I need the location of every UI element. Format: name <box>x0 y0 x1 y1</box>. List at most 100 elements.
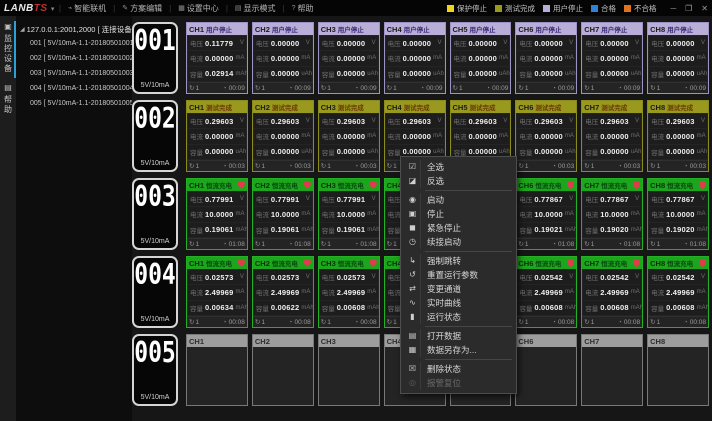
context-menu-item-变更通道[interactable]: ⇄变更通道 <box>401 282 516 296</box>
channel-card[interactable]: CH6用户停止电压0.00000V电流0.00000mA容量0.00000uAh… <box>515 22 577 94</box>
channel-card[interactable]: CH2恒流充电电压0.02573V电流2.49969mA容量0.00622mAh… <box>252 256 314 328</box>
measurement-label: 容量 <box>585 69 598 79</box>
channel-card[interactable]: CH3用户停止电压0.00000V电流0.00000mA容量0.00000uAh… <box>318 22 380 94</box>
menubar-item-帮助[interactable]: ?帮助 <box>289 3 317 14</box>
device-badge[interactable]: 0035V/10mA <box>132 178 178 250</box>
channel-card[interactable]: CH6恒流充电电压0.02542V电流2.49969mA容量0.00608mAh… <box>515 256 577 328</box>
sidebar-tab-监控设备[interactable]: ▣监控设备 <box>0 19 16 80</box>
channel-card[interactable]: CH1测试完成电压0.29603V电流0.00000mA容量0.00000uAh… <box>186 100 248 172</box>
channel-card[interactable]: CH3测试完成电压0.29603V电流0.00000mA容量0.00000uAh… <box>318 100 380 172</box>
loop-icon: ↻ <box>650 84 655 92</box>
tree-children: 001 [ 5V/10mA-1.1-20180501001 ]002 [ 5V/… <box>16 36 132 111</box>
channel-card-body <box>319 347 379 405</box>
channel-card[interactable]: CH8 <box>647 334 709 406</box>
measurement-label: 电压 <box>585 194 598 204</box>
menubar-item-显示模式[interactable]: ▤显示模式 <box>232 3 279 14</box>
clock-icon: ◔ <box>354 163 358 170</box>
channel-card[interactable]: CH7恒流充电电压0.77867V电流10.0000mA容量0.19020mAh… <box>581 178 643 250</box>
context-menu-item-强制跳转[interactable]: ↳强制跳转 <box>401 254 516 268</box>
channel-card[interactable]: CH7测试完成电压0.29603V电流0.00000mA容量0.00000uAh… <box>581 100 643 172</box>
channel-card[interactable]: CH2 <box>252 334 314 406</box>
current-row: 电流10.0000mA <box>517 207 575 221</box>
current-row: 电流0.00000mA <box>583 129 641 143</box>
channel-card-header: CH1恒流充电 <box>187 179 247 191</box>
channel-state-label: 用户停止 <box>667 24 693 34</box>
context-menu-separator <box>425 326 512 327</box>
tree-device-item[interactable]: 003 [ 5V/10mA-1.1-20180501003 ] <box>16 66 132 81</box>
context-menu-item-续接启动[interactable]: ◷续接启动 <box>401 235 516 249</box>
minimize-button[interactable]: ─ <box>670 4 676 13</box>
channel-card[interactable]: CH2测试完成电压0.29603V电流0.00000mA容量0.00000uAh… <box>252 100 314 172</box>
context-menu-item-运行状态[interactable]: ▮运行状态 <box>401 310 516 324</box>
maximize-button[interactable]: ❐ <box>685 4 692 13</box>
tree-device-item[interactable]: 001 [ 5V/10mA-1.1-20180501001 ] <box>16 36 132 51</box>
channel-card-footer: ↻1◔00:09 <box>516 82 576 93</box>
loop-count: 1 <box>393 163 397 170</box>
channel-card[interactable]: CH6恒流充电电压0.77867V电流10.0000mA容量0.19021mAh… <box>515 178 577 250</box>
channel-card-footer: ↻1◔01:08 <box>582 238 642 249</box>
channel-card[interactable]: CH6测试完成电压0.29603V电流0.00000mA容量0.00000uAh… <box>515 100 577 172</box>
context-menu-item-全选[interactable]: ☑全选 <box>401 160 516 174</box>
context-menu-item-实时曲线[interactable]: ∿实时曲线 <box>401 296 516 310</box>
device-badge[interactable]: 0055V/10mA <box>132 334 178 406</box>
close-button[interactable]: ✕ <box>701 4 708 13</box>
menubar-item-方案编辑[interactable]: ✎方案编辑 <box>119 3 165 14</box>
channel-state-label: 测试完成 <box>601 102 627 112</box>
context-menu-item-停止[interactable]: ▣停止 <box>401 207 516 221</box>
sidebar-tab-帮助[interactable]: ▤帮助 <box>0 80 16 121</box>
tree-expand-icon[interactable]: ◢ <box>20 26 25 33</box>
channel-card[interactable]: CH3 <box>318 334 380 406</box>
measurement-unit: mA <box>301 133 310 139</box>
channel-card[interactable]: CH3恒流充电电压0.77991V电流10.0000mA容量0.19061mAh… <box>318 178 380 250</box>
context-menu-item-label: 续接启动 <box>427 236 461 248</box>
measurement-unit: mA <box>433 133 442 139</box>
channel-card[interactable]: CH7恒流充电电压0.02542V电流2.49969mA容量0.00608mAh… <box>581 256 643 328</box>
context-menu-item-数据另存为...[interactable]: ▦数据另存为... <box>401 343 516 357</box>
channel-card[interactable]: CH6 <box>515 334 577 406</box>
channel-card-body: 电压0.77991V电流10.0000mA容量0.19061mAh <box>253 191 313 238</box>
channel-card[interactable]: CH8用户停止电压0.00000V电流0.00000mA容量0.00000uAh… <box>647 22 709 94</box>
channel-card[interactable]: CH1恒流充电电压0.02573V电流2.49969mA容量0.00634mAh… <box>186 256 248 328</box>
channel-card[interactable]: CH1恒流充电电压0.77991V电流10.0000mA容量0.19061mAh… <box>186 178 248 250</box>
context-menu-item-重置运行参数[interactable]: ↺重置运行参数 <box>401 268 516 282</box>
context-menu-item-打开数据[interactable]: ▤打开数据 <box>401 329 516 343</box>
device-badge[interactable]: 0015V/10mA <box>132 22 178 94</box>
device-badge[interactable]: 0045V/10mA <box>132 256 178 328</box>
menubar-item-智能联机[interactable]: ⌁智能联机 <box>65 3 109 14</box>
tree-root-node[interactable]: ◢ 127.0.0.1:2001,2000 [ 连接设备5 台 ] <box>16 22 132 36</box>
measurement-label: 容量 <box>585 225 598 235</box>
channel-id: CH2 <box>255 103 270 112</box>
clock-icon: ◔ <box>289 163 293 170</box>
capacity-row: 容量0.19061mAh <box>188 223 246 237</box>
channel-card[interactable]: CH8恒流充电电压0.02542V电流2.49969mA容量0.00608mAh… <box>647 256 709 328</box>
tree-device-item[interactable]: 005 [ 5V/10mA-1.1-20180501005 ] <box>16 96 132 111</box>
channel-card[interactable]: CH2恒流充电电压0.77991V电流10.0000mA容量0.19061mAh… <box>252 178 314 250</box>
measurement-value: 0.00000 <box>534 147 563 156</box>
channel-card[interactable]: CH8恒流充电电压0.77867V电流10.0000mA容量0.19020mAh… <box>647 178 709 250</box>
channel-card[interactable]: CH7 <box>581 334 643 406</box>
context-menu-item-删除状态[interactable]: ☒删除状态 <box>401 362 516 376</box>
context-menu-item-label: 全选 <box>427 161 444 173</box>
channel-card[interactable]: CH1 <box>186 334 248 406</box>
context-menu-item-反选[interactable]: ◪反选 <box>401 174 516 188</box>
logo-dropdown-caret[interactable]: ▾ <box>51 6 55 13</box>
tree-device-item[interactable]: 002 [ 5V/10mA-1.1-20180501002 ] <box>16 51 132 66</box>
channel-card[interactable]: CH7用户停止电压0.00000V电流0.00000mA容量0.00000uAh… <box>581 22 643 94</box>
device-badge[interactable]: 0025V/10mA <box>132 100 178 172</box>
channel-card-header: CH1测试完成 <box>187 101 247 113</box>
measurement-value: 0.00000 <box>403 39 436 48</box>
context-menu-item-启动[interactable]: ◉启动 <box>401 193 516 207</box>
channel-card[interactable]: CH8测试完成电压0.29603V电流0.00000mA容量0.00000uAh… <box>647 100 709 172</box>
current-row: 电流2.49969mA <box>649 285 707 299</box>
channel-card[interactable]: CH4用户停止电压0.00000V电流0.00000mA容量0.00000uAh… <box>384 22 446 94</box>
tree-device-item[interactable]: 004 [ 5V/10mA-1.1-20180501004 ] <box>16 81 132 96</box>
channel-card-body: 电压0.02573V电流2.49969mA容量0.00622mAh <box>253 269 313 316</box>
menubar-item-设置中心[interactable]: ▦设置中心 <box>175 3 222 14</box>
channel-card[interactable]: CH1用户停止电压0.11779V电流0.00000mA容量0.02914mAh… <box>186 22 248 94</box>
context-menu-item-紧急停止[interactable]: ◼紧急停止 <box>401 221 516 235</box>
channel-id: CH1 <box>189 259 204 268</box>
context-menu: ☑全选◪反选 ◉启动▣停止◼紧急停止◷续接启动 ↳强制跳转↺重置运行参数⇄变更通道∿… <box>400 156 517 394</box>
channel-card[interactable]: CH5用户停止电压0.00000V电流0.00000mA容量0.00000uAh… <box>450 22 512 94</box>
channel-card[interactable]: CH3恒流充电电压0.02573V电流2.49969mA容量0.00608mAh… <box>318 256 380 328</box>
channel-card[interactable]: CH2用户停止电压0.00000V电流0.00000mA容量0.00000uAh… <box>252 22 314 94</box>
